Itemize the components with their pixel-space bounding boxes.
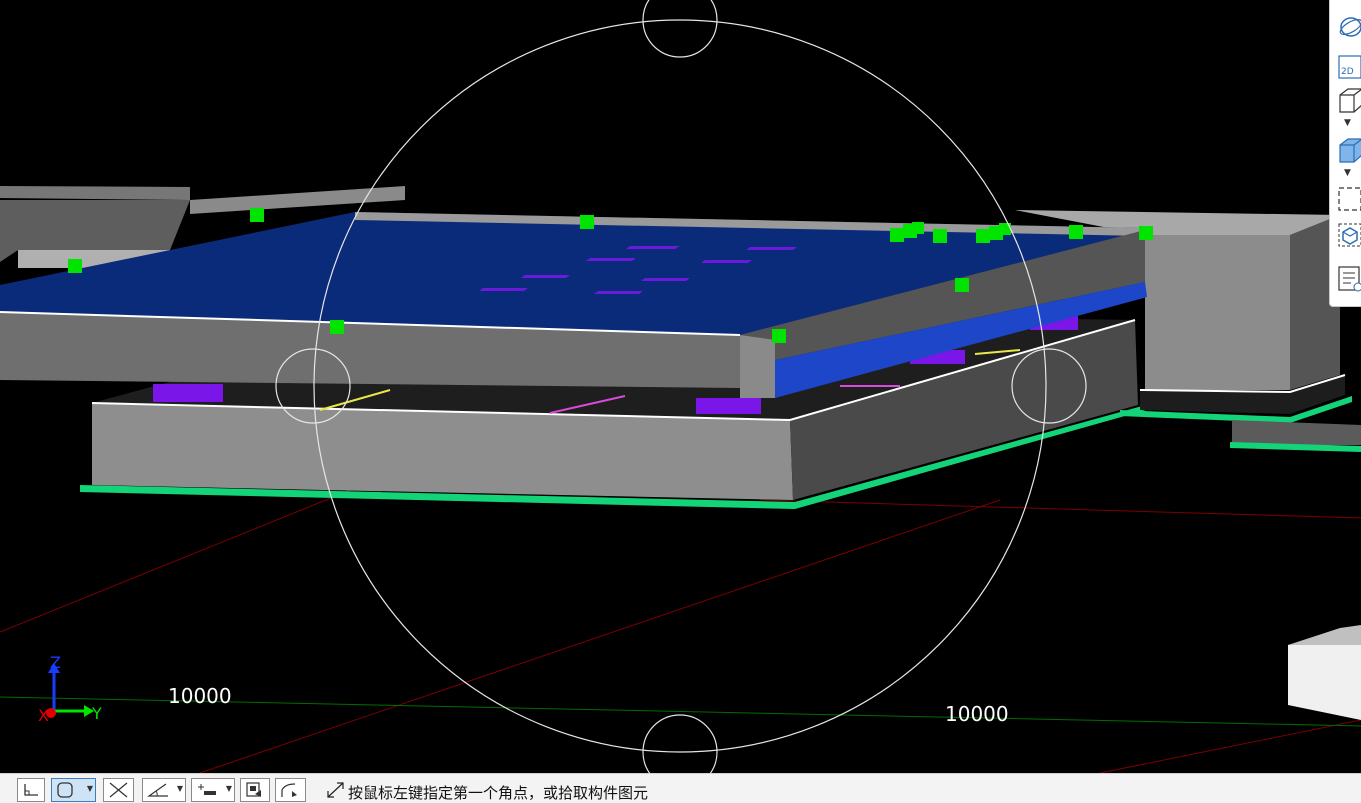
- chevron-down-icon[interactable]: ▼: [226, 784, 232, 793]
- far-beam: [0, 186, 190, 200]
- orthogonal-mode-button[interactable]: [17, 778, 45, 802]
- angle-icon: [147, 783, 168, 797]
- dynamic-input-icon: [246, 782, 261, 797]
- far-beam-top: [190, 186, 405, 214]
- chevron-down-icon[interactable]: ▼: [87, 784, 93, 793]
- view-toolbar: 2D ▼ ▼: [1329, 0, 1361, 307]
- 3d-solid-box-icon[interactable]: [1335, 136, 1361, 164]
- dynamic-input-button[interactable]: [240, 778, 270, 802]
- axis-y-label: Y: [91, 704, 102, 723]
- angle-snap-button[interactable]: ▼: [142, 778, 186, 802]
- grid-line-red: [199, 499, 1001, 773]
- 2d-icon[interactable]: 2D: [1335, 52, 1361, 80]
- column: [696, 398, 761, 414]
- curve-icon: [281, 783, 297, 797]
- orthogonal-icon: [24, 784, 38, 796]
- offset-input-button[interactable]: ▼: [191, 778, 235, 802]
- properties-list-icon[interactable]: [1335, 264, 1361, 292]
- column: [153, 384, 223, 402]
- axis-z-label: Z: [50, 655, 61, 672]
- axis-indicator: Z Y X: [38, 655, 102, 725]
- cross-icon: [109, 782, 128, 798]
- command-prompt: 按鼠标左键指定第一个角点，或拾取构件图元: [348, 784, 649, 802]
- dimension-label: 10000: [168, 684, 232, 708]
- snap-icon: [57, 782, 73, 798]
- curve-trace-button[interactable]: [275, 778, 306, 802]
- grid-line-red: [759, 499, 1361, 519]
- axis-x-label: X: [38, 706, 49, 725]
- offset-icon: [198, 784, 216, 795]
- 3d-box-icon[interactable]: [1335, 86, 1361, 114]
- 2d-icon-label: 2D: [1341, 67, 1354, 77]
- component-view-icon[interactable]: [1335, 220, 1361, 248]
- chevron-down-icon[interactable]: ▼: [1344, 118, 1351, 128]
- orbit-icon[interactable]: [1335, 12, 1361, 40]
- right-building-front: [1145, 235, 1290, 390]
- chevron-down-icon[interactable]: ▼: [1344, 168, 1351, 178]
- grid-line-red: [1099, 719, 1361, 773]
- 3d-viewport[interactable]: Z Y X 10000 10000: [0, 0, 1361, 773]
- dimension-label: 10000: [945, 702, 1009, 726]
- snap-object-button[interactable]: ▼: [51, 778, 96, 802]
- chevron-down-icon[interactable]: ▼: [177, 784, 183, 793]
- cross-snap-button[interactable]: [103, 778, 134, 802]
- dashed-select-icon[interactable]: [1335, 184, 1361, 212]
- model-scene[interactable]: [0, 0, 1361, 773]
- status-bar: ▼ ▼ ▼: [0, 773, 1361, 803]
- resize-arrow-icon: [327, 782, 344, 798]
